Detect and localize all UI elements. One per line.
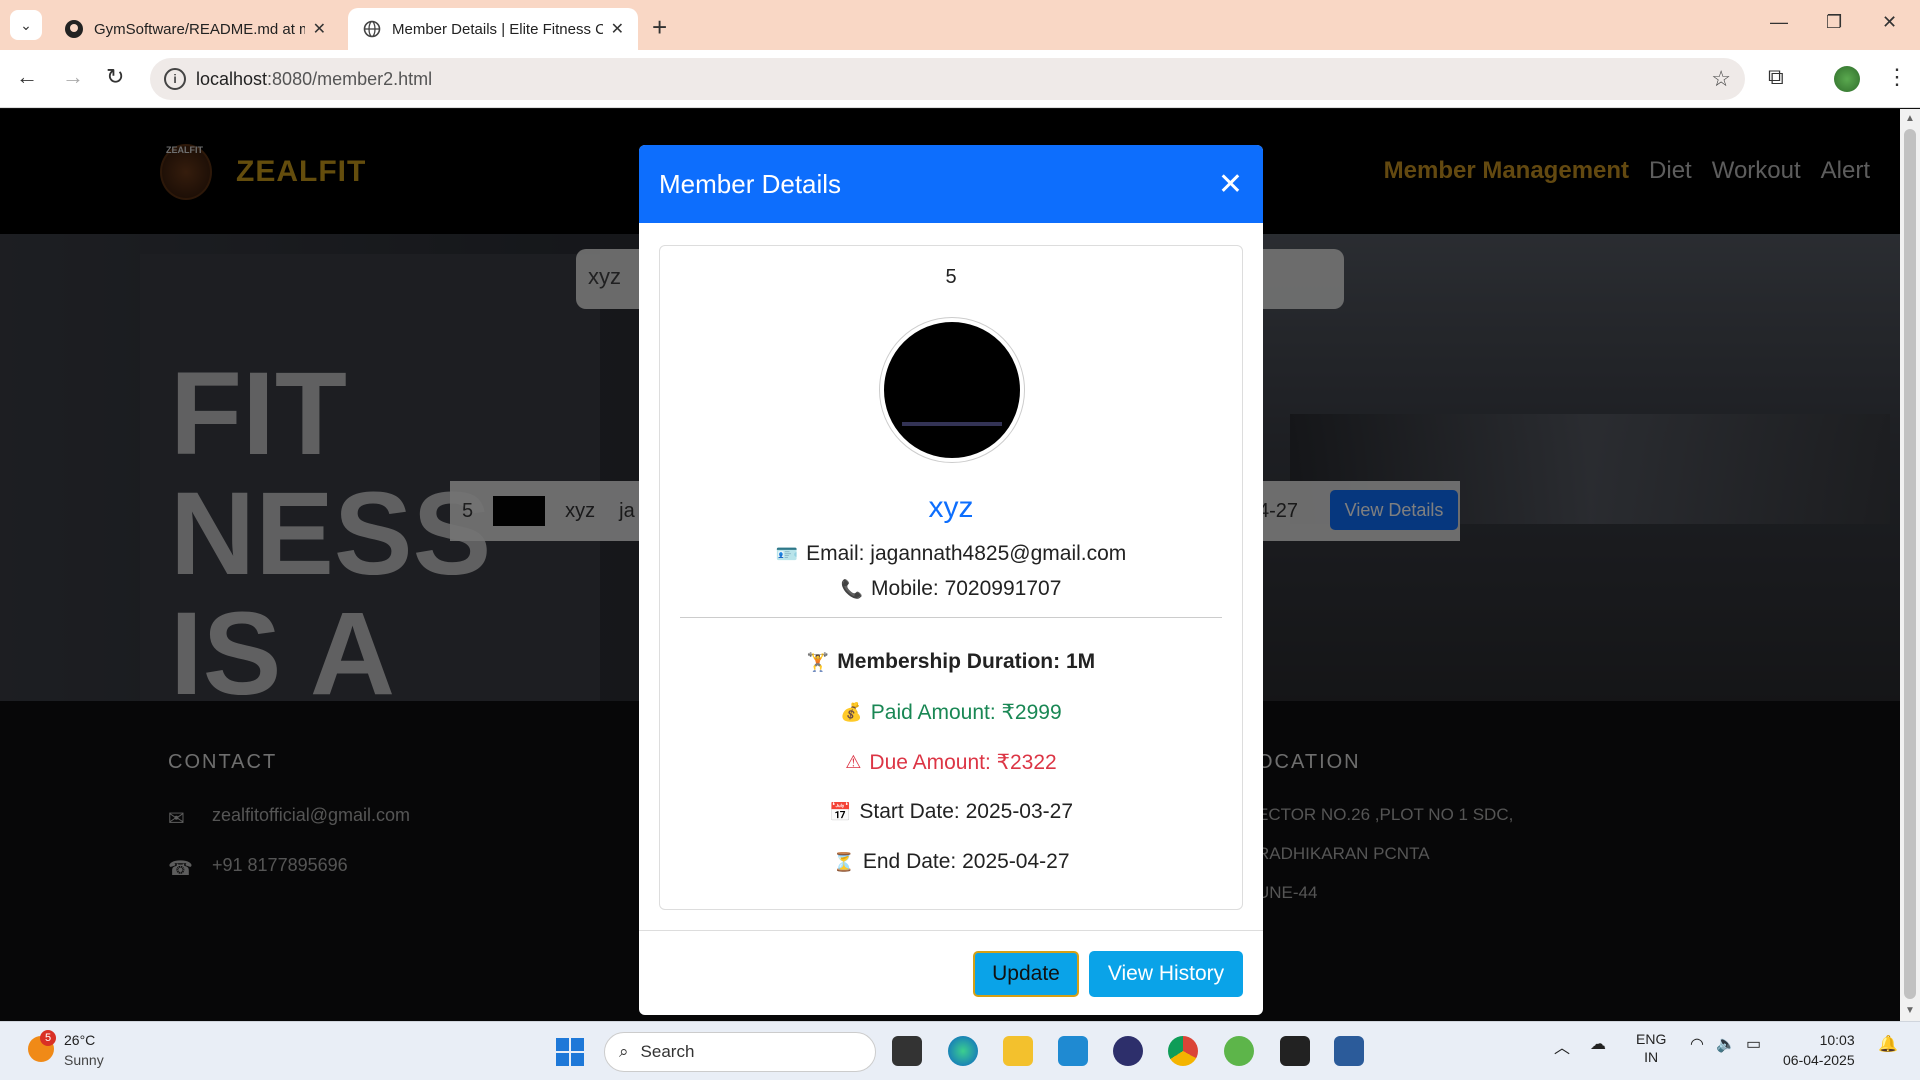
address-bar[interactable]: i localhost:8080/member2.html ☆ [150, 58, 1745, 100]
profile-avatar[interactable] [1834, 66, 1860, 92]
close-tab-icon[interactable]: ✕ [313, 19, 326, 39]
page-scrollbar[interactable]: ▲ ▼ [1900, 109, 1920, 1021]
language-indicator[interactable]: ENG IN [1636, 1030, 1666, 1066]
member-mobile-text: Mobile: 7020991707 [871, 577, 1062, 600]
bookmark-star-icon[interactable]: ☆ [1711, 66, 1731, 92]
id-card-icon: 🪪 [775, 543, 799, 564]
member-avatar [880, 318, 1024, 462]
file-explorer-icon[interactable] [1003, 1036, 1033, 1066]
dumbbell-icon: 🏋 [806, 651, 830, 672]
tab-label: GymSoftware/README.md at m [94, 20, 305, 38]
volume-icon[interactable]: 🔈 [1716, 1034, 1736, 1054]
taskbar-search-placeholder: Search [640, 1042, 695, 1061]
end-date-text: End Date: 2025-04-27 [862, 850, 1070, 873]
lang-region: IN [1644, 1049, 1659, 1065]
member-name: xyz [928, 491, 974, 524]
browser-toolbar: ← → ↻ i localhost:8080/member2.html ☆ ⧉ … [0, 50, 1920, 108]
hourglass-icon: ⏳ [832, 851, 855, 872]
windows-start-icon[interactable] [556, 1038, 584, 1066]
update-button[interactable]: Update [973, 951, 1079, 997]
vs-installer-icon[interactable] [1334, 1036, 1364, 1066]
globe-icon [362, 19, 382, 39]
tab-github-readme[interactable]: GymSoftware/README.md at m ✕ [50, 8, 340, 50]
tab-search-dropdown[interactable]: ⌄ [10, 10, 42, 40]
back-arrow-icon[interactable]: ← [16, 64, 38, 90]
money-bag-icon: 💰 [840, 702, 863, 722]
phone-icon: 📞 [840, 578, 864, 599]
clock-date: 06-04-2025 [1783, 1052, 1855, 1068]
close-window-icon[interactable]: ✕ [1882, 12, 1897, 33]
vscode-icon[interactable] [1058, 1036, 1088, 1066]
paid-amount-text: Paid Amount: ₹2999 [870, 701, 1062, 724]
tab-member-details[interactable]: Member Details | Elite Fitness C ✕ [348, 8, 638, 50]
close-icon[interactable]: ✕ [1218, 167, 1243, 202]
taskbar-search[interactable]: ⌕ Search [604, 1032, 876, 1072]
minimize-icon[interactable]: — [1770, 12, 1788, 33]
show-hidden-icons-chevron[interactable]: ︿ [1554, 1034, 1570, 1058]
reload-icon[interactable]: ↻ [106, 64, 124, 90]
weather-condition[interactable]: Sunny [64, 1052, 104, 1068]
scroll-thumb[interactable] [1904, 129, 1916, 999]
start-date-text: Start Date: 2025-03-27 [859, 800, 1074, 823]
member-mobile: 📞 Mobile: 7020991707 [660, 577, 1242, 601]
lang-code: ENG [1636, 1031, 1667, 1047]
notification-bell-icon[interactable]: 🔔 [1878, 1034, 1898, 1054]
menu-kebab-icon[interactable]: ⋮ [1886, 64, 1908, 90]
spring-tool-icon[interactable] [1224, 1036, 1254, 1066]
scroll-up-icon[interactable]: ▲ [1905, 113, 1915, 124]
scroll-down-icon[interactable]: ▼ [1905, 1005, 1915, 1016]
search-icon: ⌕ [619, 1042, 629, 1061]
membership-duration-text: Membership Duration: 1M [837, 650, 1096, 673]
end-date: ⏳ End Date: 2025-04-27 [660, 850, 1242, 874]
member-card: 5 xyz 🪪 Email: jagannath4825@gmail.com 📞… [659, 245, 1243, 910]
task-view-icon[interactable] [892, 1036, 922, 1066]
view-history-button[interactable]: View History [1089, 951, 1243, 997]
windows-taskbar: 5 26°C Sunny ⌕ Search ︿ ☁ ENG IN ◠ 🔈 ▭ 1… [0, 1021, 1920, 1080]
card-divider [680, 617, 1222, 618]
site-info-icon[interactable]: i [164, 68, 186, 90]
github-icon [64, 19, 84, 39]
eclipse-icon[interactable] [1113, 1036, 1143, 1066]
weather-badge: 5 [40, 1030, 56, 1046]
calendar-icon: 📅 [828, 801, 852, 822]
clock-time: 10:03 [1819, 1032, 1855, 1048]
member-email-text: Email: jagannath4825@gmail.com [806, 542, 1127, 565]
wifi-icon[interactable]: ◠ [1690, 1034, 1704, 1054]
battery-icon[interactable]: ▭ [1746, 1034, 1761, 1054]
warning-icon: ⚠ [845, 752, 862, 772]
forward-arrow-icon[interactable]: → [62, 64, 84, 90]
chrome-icon[interactable] [1168, 1036, 1198, 1066]
modal-footer: Update View History [639, 930, 1263, 1015]
avatar-detail [902, 422, 1002, 426]
close-tab-icon[interactable]: ✕ [611, 19, 624, 39]
tab-label: Member Details | Elite Fitness C [392, 20, 603, 38]
membership-duration: 🏋 Membership Duration: 1M [660, 650, 1242, 674]
url-host: localhost [196, 68, 268, 89]
member-details-modal: Member Details ✕ 5 xyz 🪪 Email: jagannat… [639, 145, 1263, 1015]
modal-title: Member Details [659, 168, 842, 199]
extensions-icon[interactable]: ⧉ [1768, 64, 1784, 90]
onedrive-icon[interactable]: ☁ [1590, 1034, 1606, 1054]
terminal-icon[interactable] [1280, 1036, 1310, 1066]
paid-amount: 💰 Paid Amount: ₹2999 [660, 700, 1242, 725]
member-id: 5 [945, 266, 957, 288]
system-clock[interactable]: 10:03 06-04-2025 [1783, 1030, 1855, 1070]
start-date: 📅 Start Date: 2025-03-27 [660, 800, 1242, 824]
due-amount-text: Due Amount: ₹2322 [869, 751, 1057, 774]
due-amount: ⚠ Due Amount: ₹2322 [660, 750, 1242, 775]
modal-header: Member Details ✕ [639, 145, 1263, 223]
url-path: :8080/member2.html [267, 68, 433, 89]
browser-tab-bar: ⌄ GymSoftware/README.md at m ✕ Member De… [0, 0, 1920, 50]
weather-temperature[interactable]: 26°C [64, 1032, 95, 1048]
edge-icon[interactable] [948, 1036, 978, 1066]
restore-icon[interactable]: ❐ [1826, 12, 1842, 33]
member-email: 🪪 Email: jagannath4825@gmail.com [660, 542, 1242, 566]
new-tab-button[interactable]: + [652, 12, 667, 43]
